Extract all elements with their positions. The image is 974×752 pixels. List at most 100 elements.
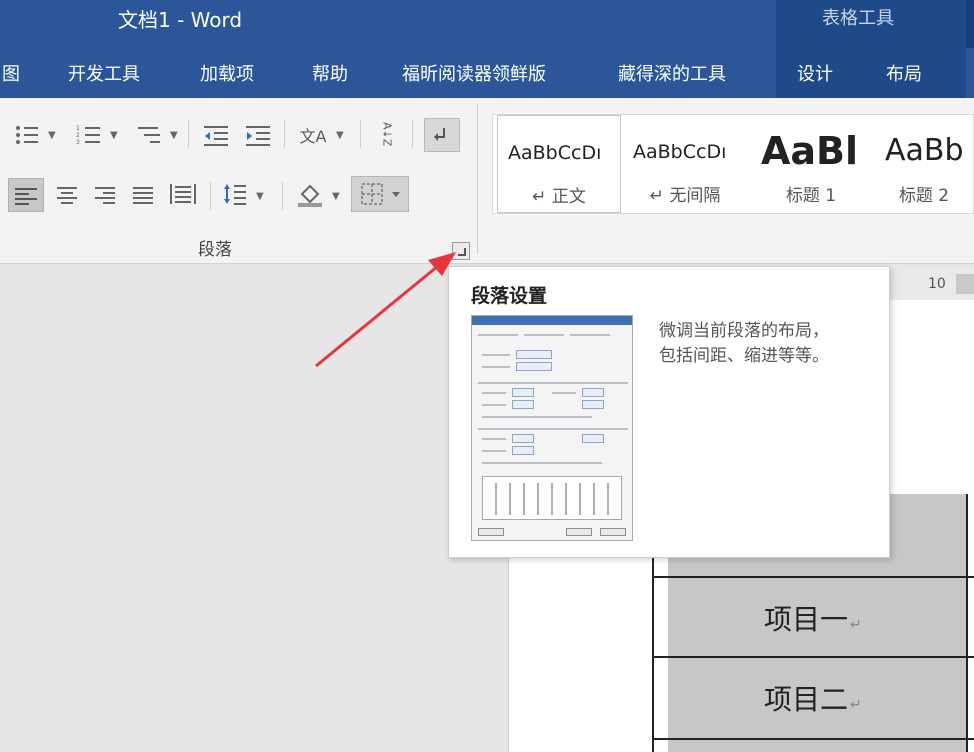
style-name: ↵ 无间隔 bbox=[649, 186, 721, 206]
decrease-indent-icon[interactable] bbox=[200, 120, 232, 150]
bullets-icon[interactable] bbox=[12, 120, 42, 150]
style-sample: AaBbCcDı bbox=[633, 141, 727, 163]
ruler-marker[interactable] bbox=[956, 274, 974, 294]
preview-bar bbox=[565, 483, 567, 515]
paragraph-group-label: 段落 bbox=[198, 240, 232, 260]
thumbnail-line bbox=[482, 438, 506, 440]
thumbnail-line bbox=[482, 392, 506, 394]
increase-indent-icon[interactable] bbox=[242, 120, 274, 150]
shading-dropdown-icon[interactable]: ▼ bbox=[332, 191, 340, 202]
svg-text:3: 3 bbox=[76, 139, 80, 146]
distributed-icon[interactable] bbox=[166, 178, 200, 210]
thumbnail-field bbox=[512, 434, 534, 443]
tab-view[interactable]: 图 bbox=[2, 60, 20, 86]
thumbnail-line bbox=[570, 334, 610, 336]
separator bbox=[412, 120, 413, 148]
numbering-dropdown-icon[interactable]: ▼ bbox=[110, 130, 118, 141]
preview-bar bbox=[495, 483, 497, 515]
group-divider bbox=[477, 104, 478, 254]
table-cell[interactable]: 项目一 ↵ bbox=[764, 598, 862, 638]
align-center-icon[interactable] bbox=[52, 180, 82, 210]
separator bbox=[282, 182, 283, 210]
thumbnail-line bbox=[482, 462, 602, 464]
paragraph-mark: ↵ bbox=[850, 617, 862, 633]
sort-icon[interactable]: A↓Z bbox=[372, 116, 402, 152]
preview-bar bbox=[579, 483, 581, 515]
tab-design[interactable]: 设计 bbox=[797, 60, 833, 86]
thumbnail-button bbox=[478, 528, 504, 536]
line-spacing-dropdown-icon[interactable]: ▼ bbox=[256, 191, 264, 202]
preview-bar bbox=[523, 483, 525, 515]
style-heading-1[interactable]: AaBl 标题 1 bbox=[751, 115, 871, 213]
tab-developer[interactable]: 开发工具 bbox=[68, 60, 140, 86]
svg-text:2: 2 bbox=[76, 132, 80, 139]
table-border bbox=[652, 656, 974, 658]
show-marks-icon[interactable] bbox=[424, 118, 460, 152]
preview-bar bbox=[607, 483, 609, 515]
thumbnail-button bbox=[600, 528, 626, 536]
align-left-icon[interactable] bbox=[8, 178, 44, 212]
thumbnail-line bbox=[482, 366, 510, 368]
table-tools-context: 表格工具 bbox=[776, 0, 966, 48]
bullets-dropdown-icon[interactable]: ▼ bbox=[48, 130, 56, 141]
thumbnail-field bbox=[512, 388, 534, 397]
preview-bar bbox=[593, 483, 595, 515]
thumbnail-field bbox=[512, 400, 534, 409]
cell-text: 项目二 bbox=[764, 683, 849, 716]
tooltip-description-line: 微调当前段落的布局， bbox=[659, 321, 829, 341]
separator bbox=[210, 182, 211, 210]
style-sample: AaBbCcDı bbox=[508, 142, 602, 164]
paragraph-mark: ↵ bbox=[850, 697, 862, 713]
ruler-value: 10 bbox=[928, 276, 946, 292]
separator bbox=[360, 120, 361, 148]
paragraph-dialog-thumbnail bbox=[471, 315, 633, 541]
style-sample: AaBl bbox=[761, 129, 859, 173]
table-cell[interactable]: 项目二 ↵ bbox=[764, 678, 862, 718]
thumbnail-line bbox=[482, 354, 510, 356]
tooltip-description-line: 包括间距、缩进等等。 bbox=[659, 345, 829, 366]
numbering-icon[interactable]: 123 bbox=[74, 120, 104, 150]
preview-bar bbox=[551, 483, 553, 515]
thumbnail-line bbox=[482, 404, 506, 406]
style-no-spacing[interactable]: AaBbCcDı ↵ 无间隔 bbox=[623, 115, 747, 213]
preview-bar bbox=[537, 483, 539, 515]
thumbnail-titlebar bbox=[472, 316, 632, 325]
style-name: ↵ 正文 bbox=[532, 187, 586, 207]
svg-text:1: 1 bbox=[76, 125, 80, 132]
align-right-icon[interactable] bbox=[90, 180, 120, 210]
chinese-layout-dropdown-icon[interactable]: ▼ bbox=[336, 130, 344, 141]
style-name: 标题 1 bbox=[785, 186, 837, 206]
tab-addins[interactable]: 加载项 bbox=[200, 60, 254, 86]
thumbnail-line bbox=[478, 428, 628, 430]
tab-help[interactable]: 帮助 bbox=[312, 60, 348, 86]
chinese-layout-icon[interactable]: 文A bbox=[296, 120, 330, 150]
style-normal[interactable]: AaBbCcDı ↵ 正文 bbox=[497, 115, 621, 213]
thumbnail-line bbox=[478, 334, 518, 336]
thumbnail-line bbox=[478, 382, 628, 384]
thumbnail-line bbox=[482, 450, 506, 452]
thumbnail-field bbox=[582, 434, 604, 443]
tab-foxit-reader[interactable]: 福昕阅读器领鲜版 bbox=[402, 60, 546, 86]
tooltip-title: 段落设置 bbox=[471, 285, 548, 307]
paragraph-settings-tooltip: 段落设置 微调当前段落的布局， 包括间距、缩进等等。 bbox=[448, 266, 890, 558]
multilevel-dropdown-icon[interactable]: ▼ bbox=[170, 130, 178, 141]
thumbnail-preview bbox=[482, 476, 622, 520]
separator bbox=[188, 120, 189, 148]
tab-hidden-tools[interactable]: 藏得深的工具 bbox=[618, 60, 726, 86]
style-sample: AaBb bbox=[885, 133, 964, 168]
borders-icon[interactable] bbox=[351, 176, 409, 212]
multilevel-list-icon[interactable] bbox=[134, 120, 164, 150]
justify-icon[interactable] bbox=[128, 180, 158, 210]
line-spacing-icon[interactable] bbox=[220, 178, 250, 210]
thumbnail-line bbox=[552, 392, 576, 394]
dialog-launcher-icon[interactable] bbox=[452, 242, 470, 260]
thumbnail-field bbox=[582, 388, 604, 397]
tab-layout[interactable]: 布局 bbox=[886, 60, 922, 86]
table-border bbox=[652, 738, 974, 740]
ribbon-tabs: 图 开发工具 加载项 帮助 福昕阅读器领鲜版 藏得深的工具 设计 布局 bbox=[0, 48, 974, 98]
separator bbox=[284, 120, 285, 148]
thumbnail-field bbox=[582, 400, 604, 409]
shading-icon[interactable] bbox=[294, 178, 326, 210]
tooltip-description: 微调当前段落的布局， 包括间距、缩进等等。 bbox=[659, 319, 879, 368]
style-heading-2[interactable]: AaBb 标题 2 bbox=[875, 115, 973, 213]
